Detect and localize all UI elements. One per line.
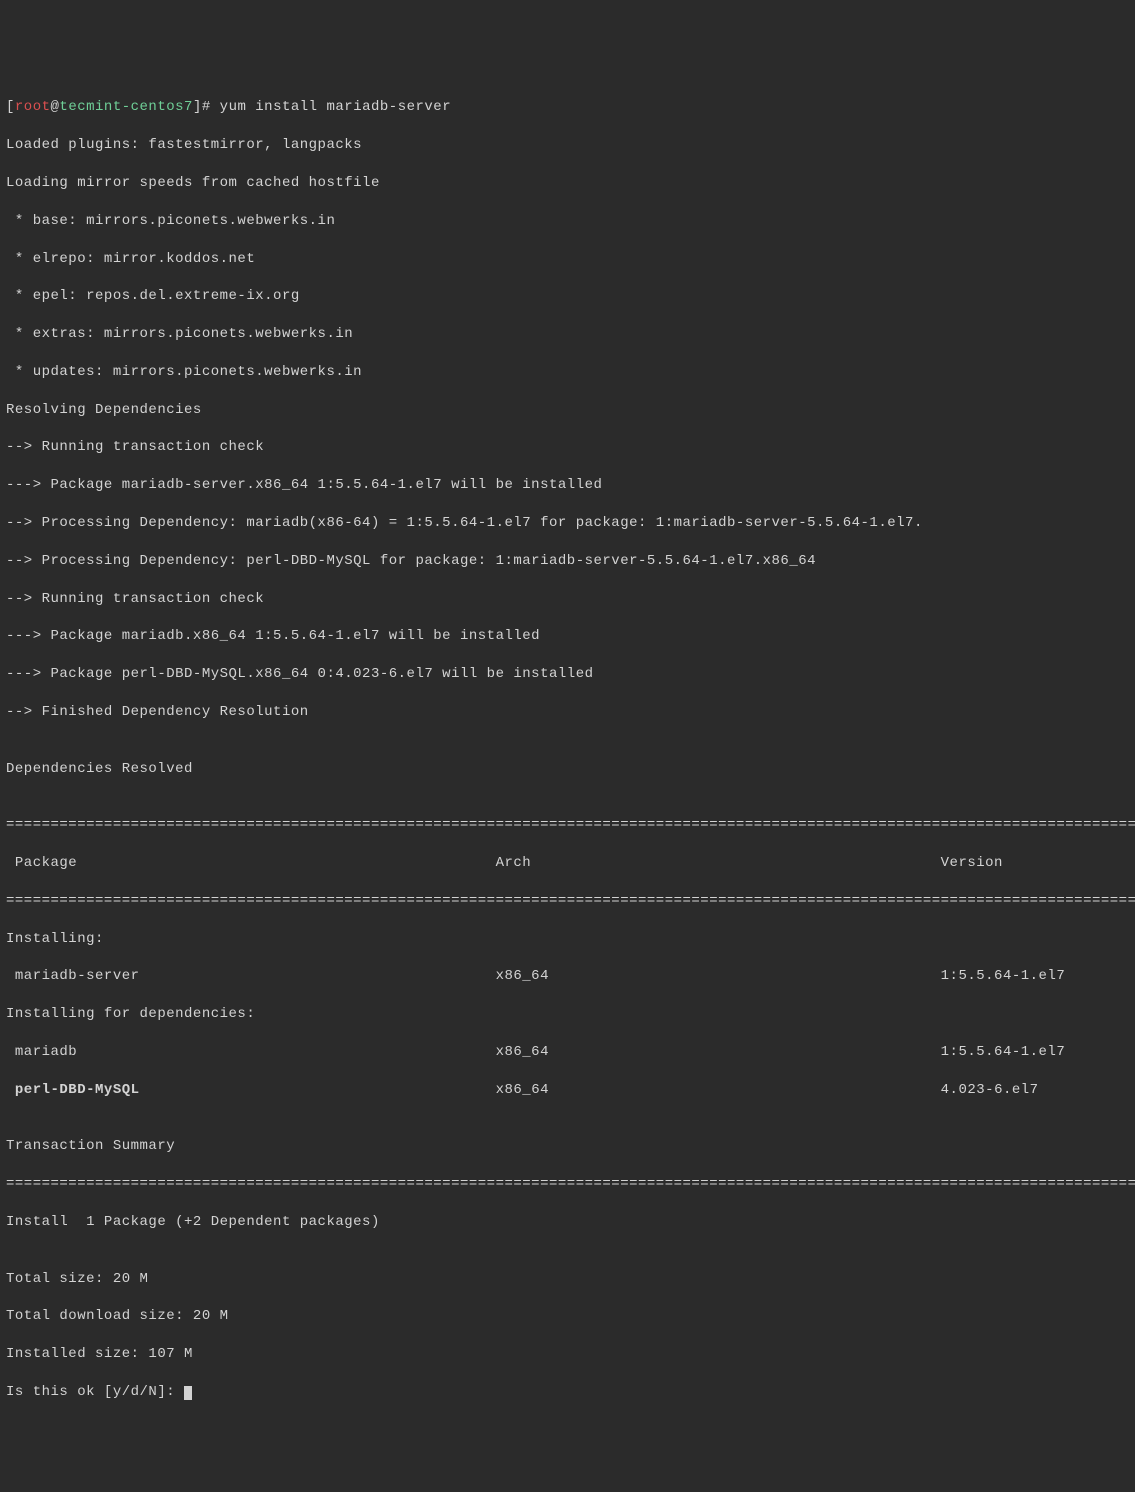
- output-line: Dependencies Resolved: [6, 760, 1129, 779]
- bracket-close: ]#: [193, 99, 220, 115]
- output-line: ---> Package perl-DBD-MySQL.x86_64 0:4.0…: [6, 665, 1129, 684]
- cursor-icon: [184, 1386, 192, 1400]
- confirm-prompt[interactable]: Is this ok [y/d/N]:: [6, 1383, 1129, 1402]
- output-line: Total size: 20 M: [6, 1270, 1129, 1289]
- confirm-text: Is this ok [y/d/N]:: [6, 1384, 184, 1400]
- output-line: ---> Package mariadb.x86_64 1:5.5.64-1.e…: [6, 627, 1129, 646]
- output-line: * base: mirrors.piconets.webwerks.in: [6, 212, 1129, 231]
- terminal-output: [root@tecmint-centos7]# yum install mari…: [6, 80, 1129, 1421]
- package-name-bold: perl-DBD-MySQL: [6, 1082, 140, 1098]
- output-line: Loaded plugins: fastestmirror, langpacks: [6, 136, 1129, 155]
- command-text: yum install mariadb-server: [220, 99, 451, 115]
- section-heading: Installing for dependencies:: [6, 1005, 1129, 1024]
- output-line: * extras: mirrors.piconets.webwerks.in: [6, 325, 1129, 344]
- bracket-open: [: [6, 99, 15, 115]
- prompt-line[interactable]: [root@tecmint-centos7]# yum install mari…: [6, 98, 1129, 117]
- output-line: * updates: mirrors.piconets.webwerks.in: [6, 363, 1129, 382]
- output-line: --> Finished Dependency Resolution: [6, 703, 1129, 722]
- package-rest: x86_64 4.023-6.el7: [140, 1082, 1039, 1098]
- output-line: --> Processing Dependency: perl-DBD-MySQ…: [6, 552, 1129, 571]
- table-header: Package Arch Version: [6, 854, 1129, 873]
- output-line: * epel: repos.del.extreme-ix.org: [6, 287, 1129, 306]
- separator-line: ========================================…: [6, 816, 1129, 835]
- output-line: --> Running transaction check: [6, 590, 1129, 609]
- output-line: Resolving Dependencies: [6, 401, 1129, 420]
- separator-line: ========================================…: [6, 1175, 1129, 1194]
- section-heading: Transaction Summary: [6, 1137, 1129, 1156]
- separator-line: ========================================…: [6, 892, 1129, 911]
- package-row: perl-DBD-MySQL x86_64 4.023-6.el7: [6, 1081, 1129, 1100]
- prompt-user: root: [15, 99, 51, 115]
- prompt-host: tecmint-centos7: [59, 99, 193, 115]
- output-line: --> Processing Dependency: mariadb(x86-6…: [6, 514, 1129, 533]
- output-line: Install 1 Package (+2 Dependent packages…: [6, 1213, 1129, 1232]
- package-row: mariadb-server x86_64 1:5.5.64-1.el7: [6, 967, 1129, 986]
- output-line: Total download size: 20 M: [6, 1307, 1129, 1326]
- output-line: Installed size: 107 M: [6, 1345, 1129, 1364]
- section-heading: Installing:: [6, 930, 1129, 949]
- output-line: Loading mirror speeds from cached hostfi…: [6, 174, 1129, 193]
- output-line: ---> Package mariadb-server.x86_64 1:5.5…: [6, 476, 1129, 495]
- output-line: * elrepo: mirror.koddos.net: [6, 250, 1129, 269]
- package-row: mariadb x86_64 1:5.5.64-1.el7: [6, 1043, 1129, 1062]
- output-line: --> Running transaction check: [6, 438, 1129, 457]
